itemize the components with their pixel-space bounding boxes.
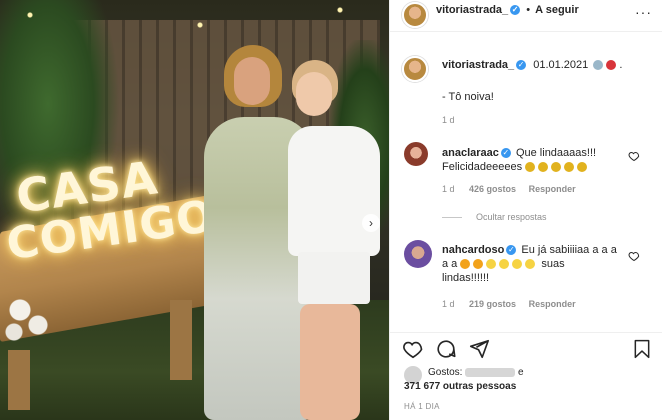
comment-body: nahcardoso ✓ Eu já sabiiiiaa a a a a a su…	[442, 243, 632, 285]
person-face	[296, 72, 332, 116]
sparkles-icon	[525, 259, 536, 270]
comment-meta: 1 d 426 gostos Responder	[442, 184, 576, 194]
photo-bench-leg	[170, 300, 192, 380]
comment-body: anaclaraac ✓ Que lindaaaas!!! Felicidadee…	[442, 146, 632, 174]
header-username[interactable]: vitoriastrada_	[436, 4, 508, 16]
comment-text-line2: Felicidadeeeees	[442, 161, 523, 173]
post-header: vitoriastrada_ ✓ • A seguir ···	[390, 0, 662, 32]
verified-badge-icon: ✓	[510, 5, 521, 16]
comment-age: 1 d	[442, 299, 455, 309]
replies-divider	[442, 217, 462, 218]
post-timestamp[interactable]: HÁ 1 DIA	[404, 402, 440, 411]
comment-meta: 1 d 219 gostos Responder	[442, 299, 576, 309]
star-struck-icon	[473, 259, 484, 270]
header-user: vitoriastrada_ ✓ • A seguir	[436, 4, 579, 16]
crown-icon	[564, 162, 575, 173]
actions-divider	[390, 332, 662, 333]
comment-username[interactable]: nahcardoso	[442, 244, 504, 256]
photo-bench-leg	[8, 350, 30, 410]
verified-badge-icon: ✓	[500, 148, 511, 159]
person-face	[234, 57, 270, 105]
post-photo[interactable]: CASA COMIGO ›	[0, 0, 389, 420]
avatar[interactable]	[402, 2, 428, 28]
avatar[interactable]	[404, 142, 428, 166]
likes-conj: e	[518, 367, 524, 378]
reply-button[interactable]: Responder	[529, 184, 576, 194]
hide-replies-button[interactable]: Ocultar respostas	[476, 212, 547, 222]
person-shorts	[298, 252, 370, 304]
comment-icon[interactable]	[435, 338, 457, 360]
comment-likes[interactable]: 219 gostos	[469, 299, 516, 309]
star-struck-icon	[460, 259, 471, 270]
crown-icon	[577, 162, 588, 173]
likes-count[interactable]: 371 677 outras pessoas	[404, 380, 516, 394]
sparkles-icon	[486, 259, 497, 270]
share-icon[interactable]	[468, 338, 490, 360]
heart-icon[interactable]	[628, 150, 640, 162]
verified-badge-icon: ✓	[506, 245, 517, 256]
chevron-right-icon[interactable]: ›	[362, 214, 380, 232]
person-legs	[300, 304, 360, 420]
comment-age: 1 d	[442, 184, 455, 194]
heart-icon[interactable]	[402, 338, 424, 360]
comment-text: Eu já sabiiiiaa a a a	[521, 244, 617, 256]
instagram-post-modal: CASA COMIGO › vitoriastrada_ ✓ • A seguir	[0, 0, 662, 420]
sparkles-icon	[499, 259, 510, 270]
post-sidebar: vitoriastrada_ ✓ • A seguir ··· vitoriast…	[389, 0, 662, 420]
heart-icon[interactable]	[628, 250, 640, 262]
caption-text: - Tô noiva!	[442, 91, 494, 103]
follow-separator: •	[526, 4, 531, 16]
avatar[interactable]	[402, 56, 428, 82]
blurred-username[interactable]	[465, 367, 516, 377]
likes-line1: Gostos: e	[428, 366, 524, 380]
crown-icon	[551, 162, 562, 173]
follow-button[interactable]: A seguir	[535, 4, 579, 16]
photo-flowers	[0, 280, 60, 350]
crown-icon	[538, 162, 549, 173]
comment-username[interactable]: anaclaraac	[442, 147, 499, 159]
comment-likes[interactable]: 426 gostos	[469, 184, 516, 194]
ring-icon	[593, 60, 604, 71]
caption-line: vitoriastrada_ ✓ 01.01.2021 .	[442, 59, 623, 71]
photo-string-lights	[0, 0, 389, 60]
comment-text-line2: a a	[442, 258, 458, 270]
crown-icon	[525, 162, 536, 173]
sparkles-icon	[512, 259, 523, 270]
verified-badge-icon: ✓	[516, 60, 527, 71]
avatar[interactable]	[404, 240, 432, 268]
caption-date: 01.01.2021	[533, 59, 589, 71]
more-horizontal-icon[interactable]: ···	[635, 4, 652, 20]
comment-text-line3: lindas!!!!!!	[442, 272, 490, 284]
caption-username[interactable]: vitoriastrada_	[442, 59, 514, 71]
car-icon	[606, 60, 617, 71]
photo-person-right	[284, 60, 389, 420]
comment-text: Que lindaaaas!!!	[515, 147, 597, 159]
caption-age: 1 d	[442, 115, 455, 125]
reply-button[interactable]: Responder	[529, 299, 576, 309]
person-top	[288, 126, 380, 256]
comment-text-line2-end: suas	[541, 258, 565, 270]
likes-prefix: Gostos:	[428, 367, 463, 378]
bookmark-icon[interactable]	[632, 338, 652, 360]
